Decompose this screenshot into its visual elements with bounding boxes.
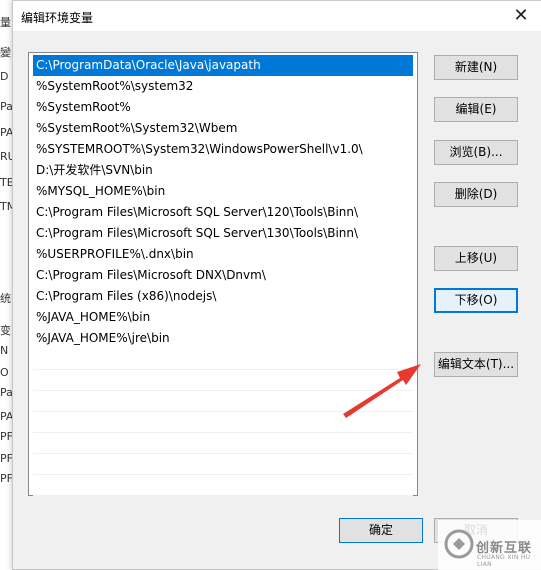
watermark-subtext: CHUANG XIN HU LIAN — [477, 554, 531, 568]
empty-row-divider — [33, 474, 413, 475]
background-text-fragment: PF — [0, 452, 12, 465]
browse-button[interactable]: 浏览(B)... — [434, 140, 518, 165]
delete-button[interactable]: 删除(D) — [434, 182, 518, 207]
empty-row-divider — [33, 369, 413, 370]
path-list-item[interactable]: C:\Program Files\Microsoft DNX\Dnvm\ — [33, 265, 413, 286]
title-bar: 编辑环境变量 ✕ — [13, 1, 541, 31]
edit-env-var-dialog: 编辑环境变量 ✕ C:\ProgramData\Oracle\Java\java… — [12, 0, 541, 570]
background-text-fragment: D — [0, 70, 9, 83]
path-list-item[interactable]: %SystemRoot%\system32 — [33, 76, 413, 97]
background-text-fragment: PF — [0, 472, 12, 485]
path-list-item[interactable]: C:\Program Files\Microsoft SQL Server\12… — [33, 202, 413, 223]
move-down-button[interactable]: 下移(O) — [434, 288, 518, 313]
close-icon[interactable]: ✕ — [507, 3, 535, 29]
background-text-fragment: 量 — [0, 16, 11, 29]
path-list-item[interactable]: %SystemRoot% — [33, 97, 413, 118]
ok-button[interactable]: 确定 — [339, 518, 423, 543]
path-list-item[interactable]: %SystemRoot%\System32\Wbem — [33, 118, 413, 139]
background-text-fragment: 變 — [0, 46, 11, 59]
path-list-item[interactable]: C:\ProgramData\Oracle\Java\javapath — [33, 55, 413, 76]
background-text-fragment: N — [0, 344, 9, 357]
background-text-fragment: Pa — [0, 100, 12, 113]
background-text-fragment: PA — [0, 126, 12, 139]
empty-row-divider — [33, 453, 413, 454]
edit-button[interactable]: 编辑(E) — [434, 97, 518, 122]
background-text-fragment: PA — [0, 410, 12, 423]
path-list-item[interactable]: %JAVA_HOME%\jre\bin — [33, 328, 413, 349]
move-up-button[interactable]: 上移(U) — [434, 246, 518, 271]
background-text-fragment: TE — [0, 176, 12, 189]
path-list-item[interactable]: D:\开发软件\SVN\bin — [33, 160, 413, 181]
path-list-item[interactable]: C:\Program Files (x86)\nodejs\ — [33, 286, 413, 307]
empty-row-divider — [33, 495, 413, 496]
edit-text-button[interactable]: 编辑文本(T)... — [434, 352, 518, 377]
path-list-item[interactable]: %SYSTEMROOT%\System32\WindowsPowerShell\… — [33, 139, 413, 160]
background-text-fragment: PF — [0, 430, 12, 443]
empty-row-divider — [33, 432, 413, 433]
path-list[interactable]: C:\ProgramData\Oracle\Java\javapath %Syst… — [28, 52, 418, 496]
path-list-item[interactable]: %USERPROFILE%\.dnx\bin — [33, 244, 413, 265]
empty-row-divider — [33, 390, 413, 391]
new-button[interactable]: 新建(N) — [434, 55, 518, 80]
background-text-fragment: Pa — [0, 386, 12, 399]
path-list-item[interactable]: C:\Program Files\Microsoft SQL Server\13… — [33, 223, 413, 244]
path-list-item[interactable]: %JAVA_HOME%\bin — [33, 307, 413, 328]
path-list-item[interactable]: %MYSQL_HOME%\bin — [33, 181, 413, 202]
dialog-title: 编辑环境变量 — [21, 11, 94, 25]
background-text-fragment: O — [0, 366, 9, 379]
background-text-fragment: 统 — [0, 292, 11, 305]
background-text-fragment: 变 — [0, 324, 11, 337]
empty-row-divider — [33, 411, 413, 412]
brand-logo-icon — [444, 529, 474, 559]
background-text-fragment: TM — [0, 200, 12, 213]
background-text-fragment: RU — [0, 150, 12, 163]
watermark: 创新互联 CHUANG XIN HU LIAN — [438, 520, 541, 570]
